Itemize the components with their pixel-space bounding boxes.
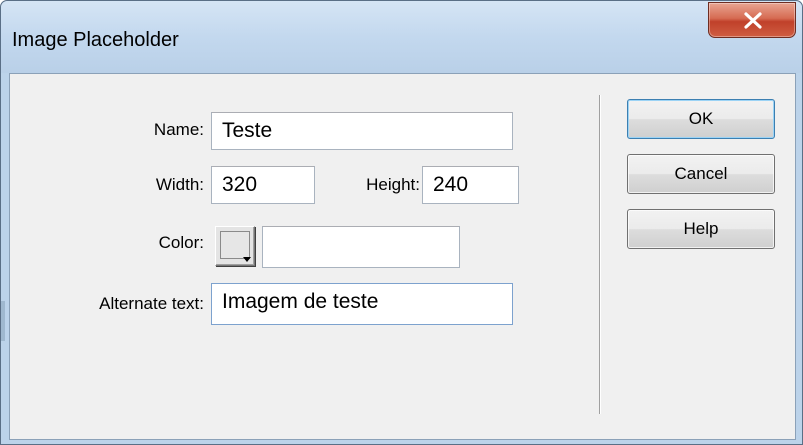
alternate-text-label: Alternate text: <box>99 294 204 313</box>
color-swatch <box>220 231 250 259</box>
cancel-button[interactable]: Cancel <box>627 154 775 194</box>
height-label: Height: <box>366 175 420 194</box>
width-field[interactable]: 320 <box>211 166 315 204</box>
color-label: Color: <box>158 233 204 252</box>
dialog-window: Image Placeholder Name: Teste Width: 320… <box>0 0 803 445</box>
dialog-body: Name: Teste Width: 320 Height: 240 Color… <box>9 73 796 440</box>
color-hex-field[interactable] <box>262 226 460 268</box>
height-field[interactable]: 240 <box>422 166 519 204</box>
close-button[interactable] <box>708 2 796 38</box>
name-field[interactable]: Teste <box>211 112 513 150</box>
ok-button[interactable]: OK <box>627 99 775 139</box>
vertical-divider <box>599 95 600 414</box>
window-edge <box>1 301 5 341</box>
title-bar[interactable]: Image Placeholder <box>1 1 802 73</box>
width-label: Width: <box>155 175 204 194</box>
help-button[interactable]: Help <box>627 209 775 249</box>
name-label: Name: <box>153 120 204 139</box>
alternate-text-field[interactable]: Imagem de teste <box>211 283 513 325</box>
close-icon <box>744 12 762 29</box>
color-picker-button[interactable] <box>215 226 255 266</box>
dropdown-arrow-icon <box>243 257 251 262</box>
window-title: Image Placeholder <box>12 29 179 51</box>
